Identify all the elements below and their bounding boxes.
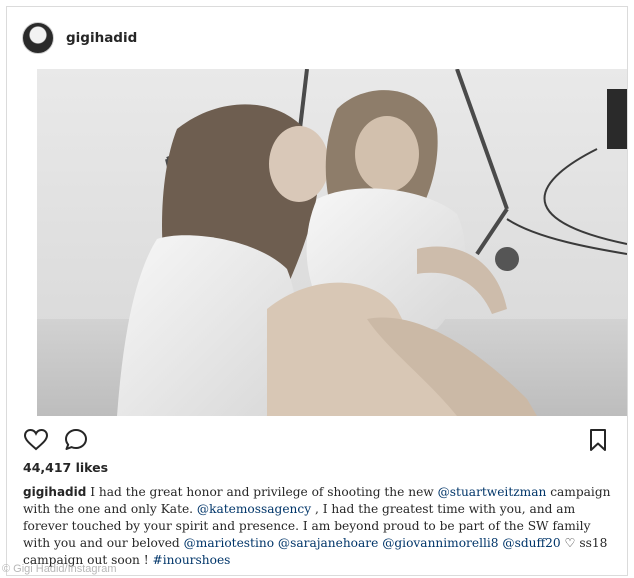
caption-username[interactable]: gigihadid <box>23 485 86 499</box>
post-photo[interactable] <box>37 69 627 416</box>
caption-mention[interactable]: @katemossagency <box>197 502 311 516</box>
comment-icon[interactable] <box>63 427 89 453</box>
caption-mention[interactable]: @giovannimorelli8 <box>382 536 498 550</box>
post-header: gigihadid <box>7 7 627 68</box>
post-actions <box>7 419 627 461</box>
caption-hashtag[interactable]: #inourshoes <box>153 553 231 567</box>
caption-mention[interactable]: @sarajanehoare <box>278 536 378 550</box>
caption-mention[interactable]: @stuartweitzman <box>438 485 547 499</box>
heart-icon[interactable] <box>23 427 49 453</box>
bookmark-icon[interactable] <box>585 427 611 453</box>
post-caption: gigihadid I had the great honor and priv… <box>23 484 613 569</box>
instagram-post: gigihadid 44,417 likes gigihadid I had t… <box>6 6 628 576</box>
caption-mention[interactable]: @mariotestino <box>184 536 274 550</box>
photo-image <box>37 69 627 416</box>
caption-mention[interactable]: @sduff20 <box>502 536 560 550</box>
watermark: © Gigi Hadid/Instagram <box>2 563 117 575</box>
likes-count[interactable]: 44,417 likes <box>23 460 108 475</box>
post-username[interactable]: gigihadid <box>66 30 137 46</box>
caption-text: I had the great honor and privilege of s… <box>23 485 610 567</box>
caption-text-segment: I had the great honor and privilege of s… <box>86 485 438 499</box>
avatar[interactable] <box>22 21 54 54</box>
